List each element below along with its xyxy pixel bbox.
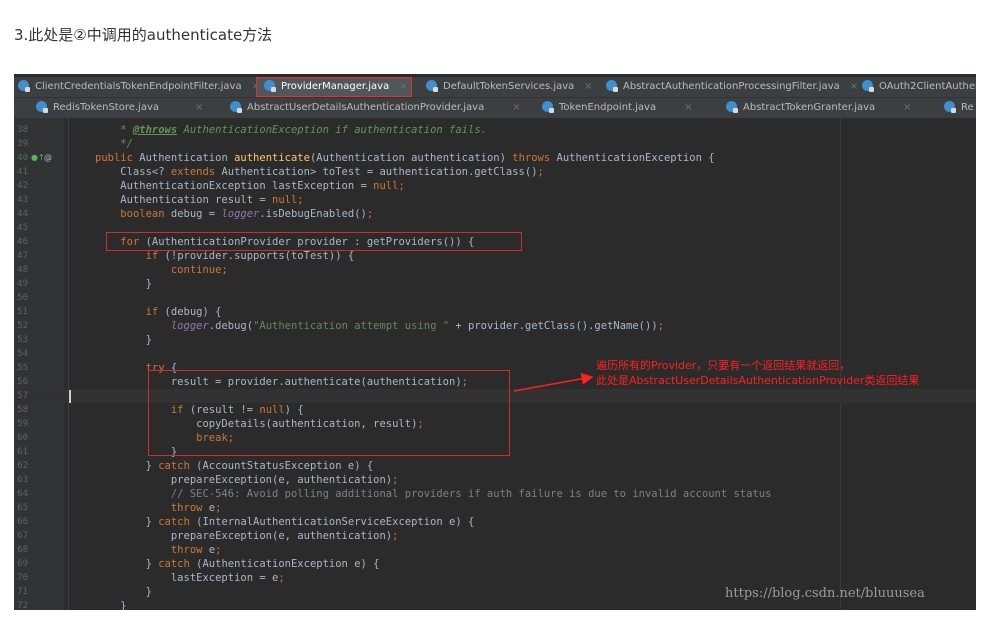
article-heading: 3.此处是②中调用的authenticate方法	[14, 26, 273, 44]
watermark: https://blog.csdn.net/bluuusea	[725, 586, 925, 601]
ide-window: ClientCredentialsTokenEndpointFilter.jav…	[14, 74, 976, 610]
annotation-text: 遍历所有的Provider，只要有一个返回结果就返回， 此处是AbstractU…	[596, 359, 920, 387]
annotation-arrow	[513, 372, 594, 392]
